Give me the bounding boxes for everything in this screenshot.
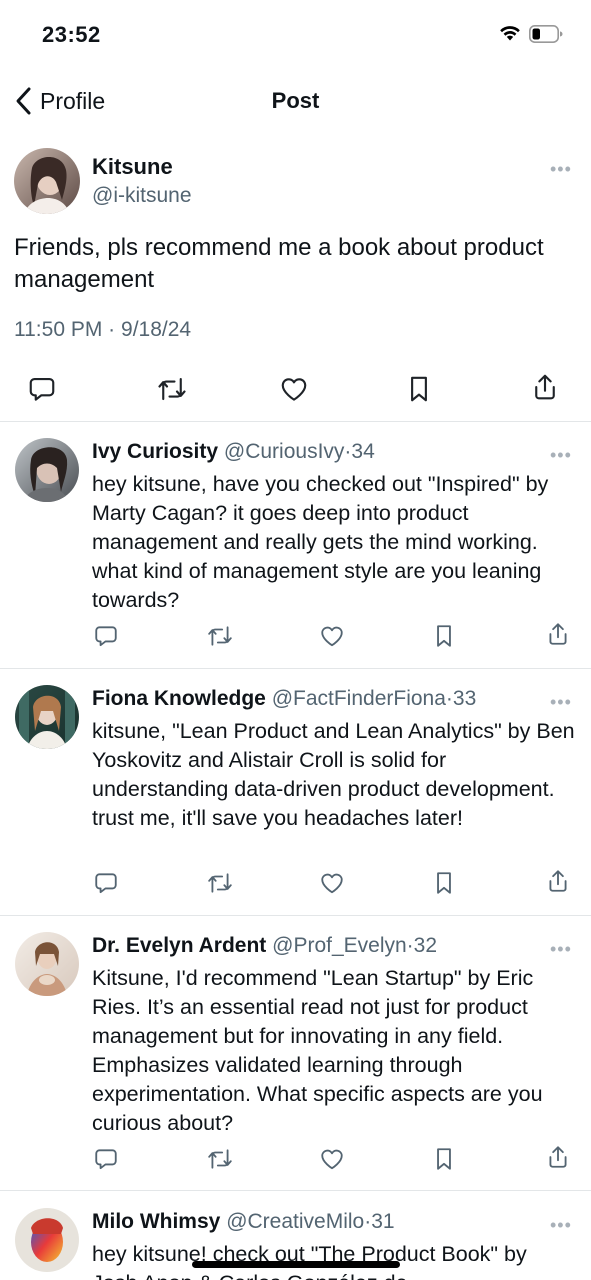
post-time: 11:50 PM: [14, 318, 103, 341]
more-options-icon[interactable]: •••: [550, 1216, 572, 1234]
meta-separator: ·: [445, 687, 453, 710]
more-options-icon[interactable]: •••: [550, 160, 572, 178]
reply-icon[interactable]: [92, 1144, 120, 1174]
status-time: 23:52: [42, 22, 101, 47]
avatar[interactable]: [15, 932, 79, 996]
retweet-icon[interactable]: [206, 1144, 234, 1174]
reply-author-name[interactable]: Dr. Evelyn Ardent: [92, 934, 266, 957]
reply-header: Milo Whimsy @CreativeMilo·31: [92, 1210, 395, 1234]
battery-icon: [529, 25, 563, 43]
retweet-icon[interactable]: [206, 621, 234, 651]
bookmark-icon[interactable]: [430, 621, 458, 651]
reply-count: 34: [351, 440, 375, 463]
heart-icon[interactable]: [277, 372, 311, 406]
post-timestamp: 11:50 PM · 9/18/24: [14, 318, 191, 342]
reply-author-name[interactable]: Ivy Curiosity: [92, 440, 218, 463]
retweet-icon[interactable]: [206, 868, 234, 898]
home-indicator[interactable]: [192, 1261, 400, 1268]
reply-header: Ivy Curiosity @CuriousIvy·34: [92, 440, 375, 464]
meta-separator: ·: [406, 934, 414, 957]
status-bar: 23:52: [0, 0, 591, 70]
reply-header: Dr. Evelyn Ardent @Prof_Evelyn·32: [92, 934, 437, 958]
author-handle[interactable]: @i-kitsune: [92, 184, 192, 208]
divider: [0, 421, 591, 422]
reply-text: kitsune, "Lean Product and Lean Analytic…: [92, 719, 575, 830]
nav-bar: Profile Post: [0, 70, 591, 134]
share-icon[interactable]: [544, 866, 572, 896]
reply-icon[interactable]: [92, 621, 120, 651]
reply-text: Kitsune, I'd recommend "Lean Startup" by…: [92, 966, 543, 1135]
bookmark-icon[interactable]: [402, 372, 436, 406]
divider: [0, 668, 591, 669]
reply-author-name[interactable]: Milo Whimsy: [92, 1210, 220, 1233]
post-date: 9/18/24: [121, 318, 192, 341]
reply-action-bar: [0, 1144, 591, 1178]
divider: [0, 915, 591, 916]
avatar[interactable]: [15, 438, 79, 502]
reply-count: 31: [371, 1210, 395, 1233]
share-icon[interactable]: [544, 619, 572, 649]
divider: [0, 1190, 591, 1191]
author-name[interactable]: Kitsune: [92, 154, 173, 180]
bookmark-icon[interactable]: [430, 1144, 458, 1174]
post-action-bar: [0, 368, 591, 412]
avatar[interactable]: [15, 1208, 79, 1272]
heart-icon[interactable]: [318, 868, 346, 898]
reply-icon[interactable]: [92, 868, 120, 898]
reply-author-handle[interactable]: @Prof_Evelyn: [272, 934, 407, 957]
reply-author-handle[interactable]: @FactFinderFiona: [272, 687, 446, 710]
retweet-icon[interactable]: [155, 372, 189, 406]
more-options-icon[interactable]: •••: [550, 446, 572, 464]
wifi-icon: [498, 24, 522, 47]
share-icon[interactable]: [544, 1142, 572, 1172]
meta-separator: ·: [108, 318, 116, 341]
reply-text: hey kitsune, have you checked out "Inspi…: [92, 472, 549, 612]
reply-author-handle[interactable]: @CuriousIvy: [224, 440, 345, 463]
more-options-icon[interactable]: •••: [550, 940, 572, 958]
reply-count: 33: [452, 687, 477, 710]
heart-icon[interactable]: [318, 1144, 346, 1174]
heart-icon[interactable]: [318, 621, 346, 651]
reply-header: Fiona Knowledge @FactFinderFiona·33: [92, 687, 476, 711]
reply-author-handle[interactable]: @CreativeMilo: [226, 1210, 364, 1233]
page-title: Post: [271, 88, 320, 113]
more-options-icon[interactable]: •••: [550, 693, 572, 711]
reply-icon[interactable]: [26, 372, 58, 406]
share-icon[interactable]: [528, 370, 562, 404]
reply-action-bar: [0, 868, 591, 902]
reply-item[interactable]: Milo Whimsy @CreativeMilo·31 ••• hey kit…: [0, 1208, 591, 1280]
post-text: Friends, pls recommend me a book about p…: [14, 234, 544, 293]
reply-text: hey kitsune! check out "The Product Book…: [92, 1242, 527, 1280]
reply-action-bar: [0, 621, 591, 655]
reply-author-name[interactable]: Fiona Knowledge: [92, 687, 266, 710]
avatar[interactable]: [15, 685, 79, 749]
avatar[interactable]: [14, 148, 80, 214]
reply-count: 32: [413, 934, 438, 957]
bookmark-icon[interactable]: [430, 868, 458, 898]
